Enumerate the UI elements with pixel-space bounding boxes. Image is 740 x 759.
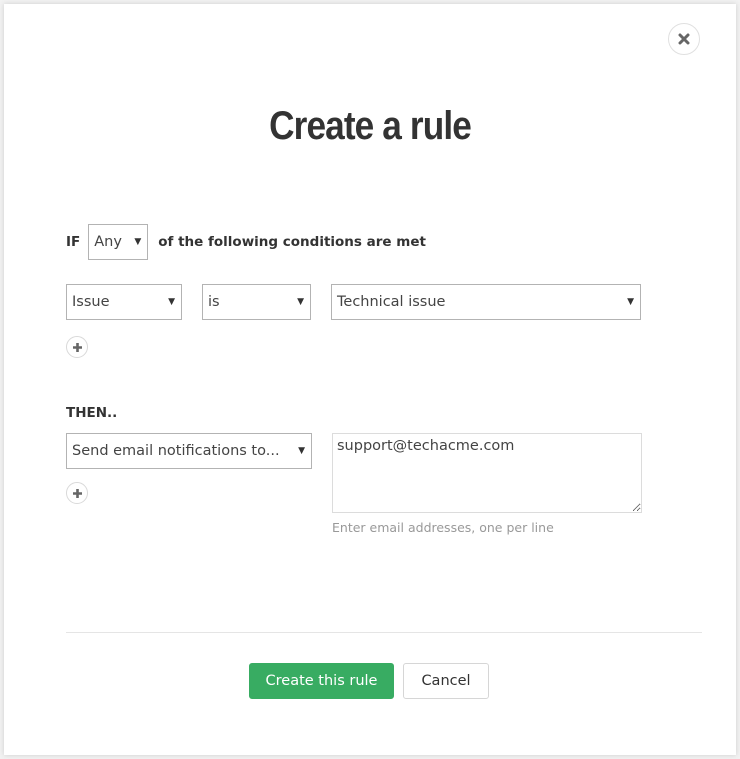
plus-icon [72,342,82,352]
condition-operator-value: is [208,294,220,310]
dialog-title: Create a rule [269,104,472,148]
then-label: THEN.. [66,405,118,421]
action-select[interactable]: Send email notifications to... ▼ [66,433,312,469]
match-mode-value: Any [94,234,122,250]
close-button[interactable] [668,23,700,55]
action-value: Send email notifications to... [72,443,280,459]
caret-down-icon: ▼ [168,297,175,307]
footer-divider [66,632,702,633]
condition-field-select[interactable]: Issue ▼ [66,284,182,320]
condition-value-value: Technical issue [337,294,446,310]
condition-value-select[interactable]: Technical issue ▼ [331,284,641,320]
condition-match-row: IF Any ▼ of the following conditions are… [66,224,426,260]
condition-operator-select[interactable]: is ▼ [202,284,311,320]
caret-down-icon: ▼ [627,297,634,307]
caret-down-icon: ▼ [134,237,142,247]
caret-down-icon: ▼ [297,297,304,307]
add-action-button[interactable] [66,482,88,504]
cancel-button[interactable]: Cancel [403,663,489,699]
condition-field-value: Issue [72,294,110,310]
add-condition-button[interactable] [66,336,88,358]
email-help-text: Enter email addresses, one per line [332,520,554,535]
close-icon [678,33,690,45]
if-label: IF [66,234,81,250]
caret-down-icon: ▼ [298,446,305,456]
match-description: of the following conditions are met [158,234,426,250]
plus-icon [72,488,82,498]
email-addresses-input[interactable] [332,433,642,513]
create-rule-dialog: Create a rule IF Any ▼ of the following … [4,4,736,755]
condition-row: Issue ▼ is ▼ Technical issue ▼ [66,284,641,320]
match-mode-select[interactable]: Any ▼ [88,224,149,260]
create-rule-button[interactable]: Create this rule [249,663,394,699]
